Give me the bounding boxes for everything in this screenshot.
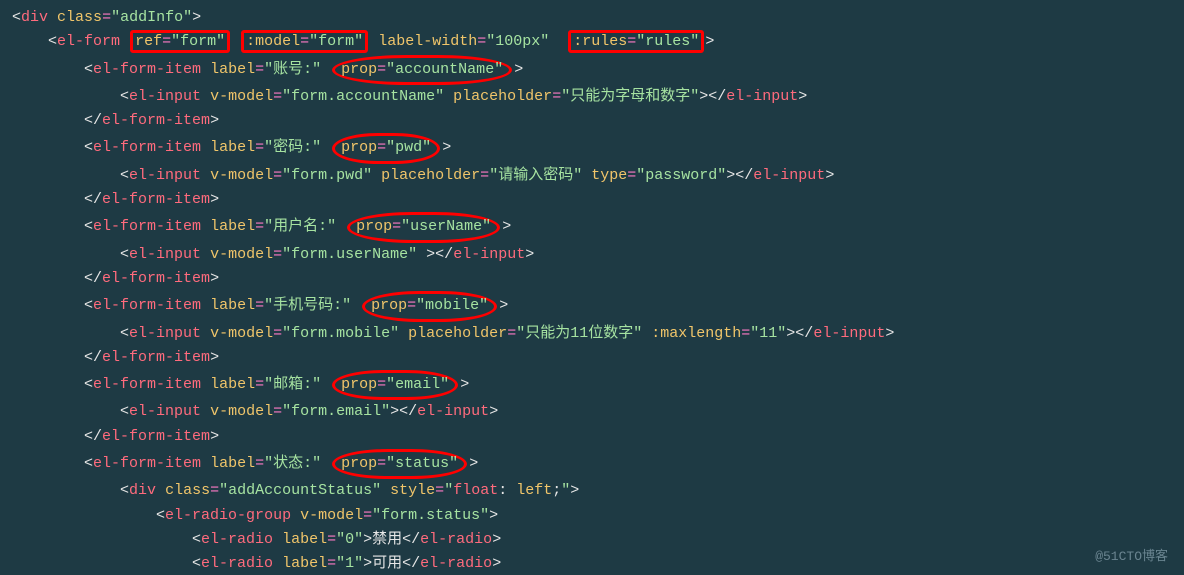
code-line: <el-form-item label="用户名:" prop="userNam… (12, 212, 1184, 242)
highlight-rules: :rules="rules" (568, 30, 704, 53)
code-line: <el-radio label="1">可用</el-radio> (12, 552, 1184, 575)
code-line: <el-form ref="form" :model="form" label-… (12, 30, 1184, 54)
code-line: <el-input v-model="form.pwd" placeholder… (12, 164, 1184, 188)
code-editor[interactable]: <div class="addInfo"> <el-form ref="form… (0, 0, 1184, 575)
highlight-prop-status: prop="status" (332, 449, 467, 479)
highlight-prop-pwd: prop="pwd" (332, 133, 440, 163)
highlight-prop-mobile: prop="mobile" (362, 291, 497, 321)
code-line: </el-form-item> (12, 188, 1184, 212)
code-line: <el-radio label="0">禁用</el-radio> (12, 528, 1184, 552)
code-line: <el-input v-model="form.accountName" pla… (12, 85, 1184, 109)
code-line: <el-input v-model="form.mobile" placehol… (12, 322, 1184, 346)
code-line: <el-input v-model="form.email"></el-inpu… (12, 400, 1184, 424)
code-line: <el-form-item label="密码:" prop="pwd"> (12, 133, 1184, 163)
highlight-prop-accountname: prop="accountName" (332, 55, 512, 85)
code-line: <div class="addInfo"> (12, 6, 1184, 30)
code-line: </el-form-item> (12, 267, 1184, 291)
code-line: <el-form-item label="状态:" prop="status"> (12, 449, 1184, 479)
watermark: @51CTO博客 (1095, 546, 1168, 567)
code-line: <el-form-item label="账号:" prop="accountN… (12, 55, 1184, 85)
code-line: <el-form-item label="手机号码:" prop="mobile… (12, 291, 1184, 321)
code-line: <el-radio-group v-model="form.status"> (12, 504, 1184, 528)
highlight-model-form: :model="form" (241, 30, 368, 53)
code-line: </el-form-item> (12, 109, 1184, 133)
code-line: <el-form-item label="邮箱:" prop="email"> (12, 370, 1184, 400)
code-line: </el-form-item> (12, 346, 1184, 370)
code-line: <el-input v-model="form.userName" ></el-… (12, 243, 1184, 267)
highlight-prop-username: prop="userName" (347, 212, 500, 242)
highlight-prop-email: prop="email" (332, 370, 458, 400)
code-line: <div class="addAccountStatus" style="flo… (12, 479, 1184, 503)
code-line: </el-form-item> (12, 425, 1184, 449)
highlight-ref-form: ref="form" (130, 30, 230, 53)
